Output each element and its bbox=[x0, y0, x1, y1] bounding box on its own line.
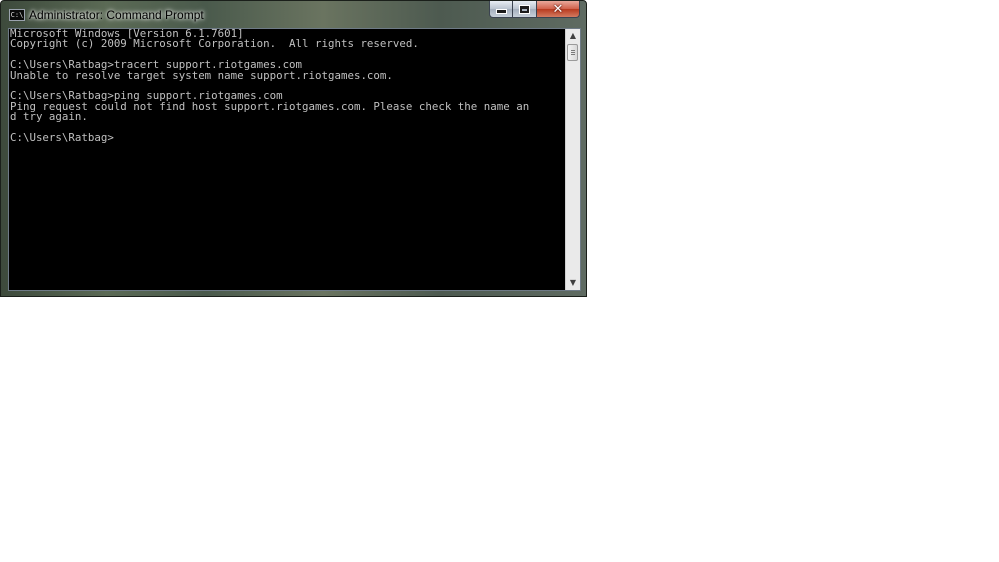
maximize-icon bbox=[520, 5, 529, 13]
close-icon: ✕ bbox=[552, 1, 564, 17]
scrollbar-thumb[interactable] bbox=[567, 44, 578, 61]
maximize-button[interactable] bbox=[513, 1, 537, 18]
minimize-button[interactable] bbox=[489, 1, 513, 18]
console-frame: Microsoft Windows [Version 6.1.7601] Copy… bbox=[8, 28, 581, 291]
console-line: Ping request could not find host support… bbox=[9, 99, 530, 113]
console-line: d try again. bbox=[9, 110, 88, 124]
grip-line bbox=[571, 52, 575, 53]
grip-line bbox=[571, 54, 575, 55]
console-line: Copyright (c) 2009 Microsoft Corporation… bbox=[9, 37, 419, 51]
console-line: Unable to resolve target system name sup… bbox=[9, 68, 393, 82]
caption-buttons: ✕ bbox=[489, 1, 580, 19]
console-prompt-line[interactable]: C:\Users\Ratbag> bbox=[10, 132, 554, 143]
close-button[interactable]: ✕ bbox=[537, 1, 580, 18]
console-output[interactable]: Microsoft Windows [Version 6.1.7601] Copy… bbox=[9, 29, 565, 290]
grip-line bbox=[571, 50, 575, 51]
scroll-down-arrow-icon[interactable]: ▼ bbox=[566, 276, 580, 290]
command-prompt-window[interactable]: C:\ Administrator: Command Prompt ✕ Micr… bbox=[0, 0, 587, 297]
console-text: Microsoft Windows [Version 6.1.7601] Copy… bbox=[9, 29, 554, 143]
cmd-icon[interactable]: C:\ bbox=[9, 9, 25, 21]
minimize-icon bbox=[496, 10, 506, 13]
vertical-scrollbar[interactable]: ▲ ▼ bbox=[565, 29, 580, 290]
scroll-up-arrow-icon[interactable]: ▲ bbox=[566, 29, 580, 43]
window-title: Administrator: Command Prompt bbox=[29, 8, 204, 22]
title-bar[interactable]: C:\ Administrator: Command Prompt ✕ bbox=[1, 1, 586, 28]
